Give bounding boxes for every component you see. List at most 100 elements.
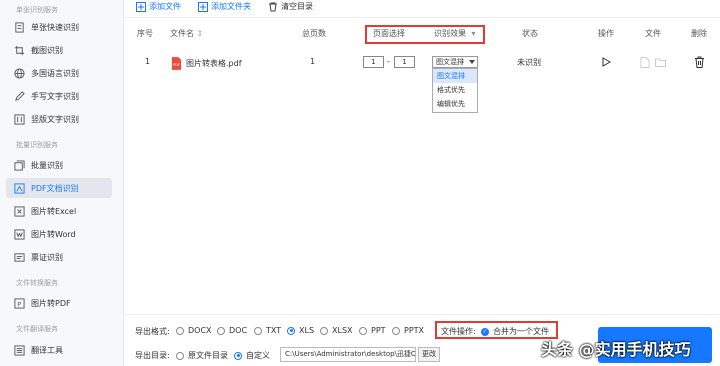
sidebar: 单张识别服务 单张快速识别 截图识别 多国语言识别 手写文字识别 竖版文字识别 … bbox=[0, 0, 124, 366]
format-radio-xlsx[interactable]: XLSX bbox=[320, 326, 353, 335]
sidebar-item-label: 图片转Word bbox=[31, 229, 76, 239]
export-dir-label: 导出目录: bbox=[135, 351, 170, 360]
effect-select[interactable]: 图文混排 bbox=[432, 56, 478, 68]
col-header-delete: 删除 bbox=[691, 29, 707, 38]
page-range-separator: - bbox=[387, 57, 390, 66]
sidebar-item-label: 截图识别 bbox=[31, 45, 63, 55]
page-from-input[interactable]: 1 bbox=[363, 56, 384, 68]
radio-label: TXT bbox=[266, 326, 282, 335]
col-header-filename[interactable]: 文件名 ⇕ bbox=[170, 28, 203, 39]
pen-icon bbox=[14, 90, 25, 102]
radio-label: 自定义 bbox=[246, 351, 270, 360]
row-index: 1 bbox=[145, 57, 151, 66]
svg-text:PDF: PDF bbox=[173, 63, 180, 67]
radio-label: PPT bbox=[371, 326, 386, 335]
sidebar-item-label: 票证识别 bbox=[31, 252, 63, 262]
effect-option[interactable]: 图文混排 bbox=[433, 69, 477, 83]
sidebar-item-pdf-doc[interactable]: PDF文档识别 bbox=[6, 178, 112, 198]
sidebar-section-title: 文件翻译服务 bbox=[16, 325, 58, 333]
trash-icon[interactable] bbox=[694, 56, 705, 68]
change-dir-button[interactable]: 更改 bbox=[418, 347, 440, 362]
highlight-box bbox=[435, 321, 558, 339]
sidebar-item-translate[interactable]: 翻译工具 bbox=[6, 340, 112, 360]
dir-radio-source[interactable]: 原文件目录 bbox=[176, 350, 228, 361]
radio-icon bbox=[392, 326, 400, 335]
effect-dropdown-list: 图文混排 格式优先 编辑优先 bbox=[432, 68, 478, 113]
sidebar-item-label: 多国语言识别 bbox=[31, 68, 79, 78]
batch-icon bbox=[14, 159, 25, 171]
plus-icon bbox=[198, 1, 208, 12]
add-file-label: 添加文件 bbox=[149, 2, 181, 11]
sidebar-item-label: 翻译工具 bbox=[31, 345, 63, 355]
word-icon bbox=[14, 228, 25, 240]
globe-icon bbox=[14, 67, 25, 79]
sidebar-section-title: 单张识别服务 bbox=[16, 6, 58, 14]
pdf-file-icon: PDF bbox=[171, 57, 182, 70]
add-folder-button[interactable]: 添加文件夹 bbox=[198, 1, 251, 12]
sidebar-item-img-word[interactable]: 图片转Word bbox=[6, 224, 112, 244]
radio-icon bbox=[320, 326, 328, 335]
sidebar-item-multilang[interactable]: 多国语言识别 bbox=[6, 63, 112, 83]
play-icon[interactable] bbox=[602, 57, 611, 67]
effect-option[interactable]: 编辑优先 bbox=[433, 97, 477, 111]
document-icon[interactable] bbox=[640, 57, 650, 68]
export-path-input[interactable]: C:\Users\Administrator\desktop\迅捷OCRS bbox=[280, 347, 416, 362]
translate-icon bbox=[14, 344, 25, 356]
radio-icon bbox=[359, 326, 367, 335]
trash-icon bbox=[269, 2, 277, 11]
excel-icon bbox=[14, 205, 25, 217]
row-filename: PDF 图片转表格.pdf bbox=[171, 57, 242, 70]
sidebar-section-title: 文件转换服务 bbox=[16, 279, 58, 287]
col-header-action: 操作 bbox=[598, 29, 614, 38]
radio-icon bbox=[254, 326, 262, 335]
image-pdf-icon: P bbox=[14, 297, 25, 309]
format-radio-txt[interactable]: TXT bbox=[254, 326, 281, 335]
sidebar-item-vertical[interactable]: 竖版文字识别 bbox=[6, 109, 112, 129]
sidebar-item-img-pdf[interactable]: P 图片转PDF bbox=[6, 293, 112, 313]
clear-list-button[interactable]: 清空目录 bbox=[268, 1, 313, 12]
format-radio-ppt[interactable]: PPT bbox=[359, 326, 386, 335]
radio-icon bbox=[287, 326, 295, 335]
sidebar-item-batch[interactable]: 批量识别 bbox=[6, 155, 112, 175]
format-radio-doc[interactable]: DOC bbox=[217, 326, 247, 335]
sidebar-item-single-quick[interactable]: 单张快速识别 bbox=[6, 17, 112, 37]
watermark: 头条 @实用手机技巧 bbox=[541, 340, 691, 359]
format-radio-xls[interactable]: XLS bbox=[287, 326, 314, 335]
filename-text: 图片转表格.pdf bbox=[186, 59, 242, 68]
col-header-status: 状态 bbox=[522, 29, 538, 38]
radio-label: PPTX bbox=[404, 326, 425, 335]
crop-icon bbox=[14, 45, 25, 56]
row-status: 未识别 bbox=[517, 58, 541, 67]
radio-icon bbox=[176, 351, 184, 360]
export-format-label: 导出格式: bbox=[135, 327, 170, 336]
row-pages: 1 bbox=[310, 57, 316, 66]
doc-scan-icon bbox=[14, 21, 25, 33]
chevron-down-icon bbox=[469, 60, 475, 64]
sidebar-item-label: PDF文档识别 bbox=[31, 183, 79, 193]
dir-radio-custom[interactable]: 自定义 bbox=[234, 350, 270, 361]
sidebar-item-handwriting[interactable]: 手写文字识别 bbox=[6, 86, 112, 106]
sidebar-item-label: 手写文字识别 bbox=[31, 91, 79, 101]
sidebar-item-screenshot[interactable]: 截图识别 bbox=[6, 40, 112, 60]
svg-text:P: P bbox=[17, 300, 21, 308]
highlight-box bbox=[365, 25, 485, 44]
format-radio-pptx[interactable]: PPTX bbox=[392, 326, 424, 335]
col-header-label: 文件名 bbox=[170, 29, 194, 38]
format-radio-docx[interactable]: DOCX bbox=[176, 326, 212, 335]
folder-icon[interactable] bbox=[655, 58, 666, 67]
add-file-button[interactable]: 添加文件 bbox=[136, 1, 181, 12]
plus-icon bbox=[136, 1, 146, 12]
radio-label: XLSX bbox=[332, 326, 353, 335]
sidebar-item-label: 竖版文字识别 bbox=[31, 114, 79, 124]
sidebar-item-img-excel[interactable]: 图片转Excel bbox=[6, 201, 112, 221]
toolbar: 添加文件 添加文件夹 清空目录 bbox=[124, 0, 720, 16]
col-header-index: 序号 bbox=[137, 29, 153, 38]
radio-label: XLS bbox=[299, 326, 315, 335]
sidebar-item-label: 单张快速识别 bbox=[31, 22, 79, 32]
radio-label: DOCX bbox=[188, 326, 212, 335]
page-to-input[interactable]: 1 bbox=[394, 56, 415, 68]
toolbar-divider bbox=[124, 17, 720, 18]
effect-option[interactable]: 格式优先 bbox=[433, 83, 477, 97]
radio-icon bbox=[217, 326, 225, 335]
sidebar-item-ticket[interactable]: 票证识别 bbox=[6, 247, 112, 267]
